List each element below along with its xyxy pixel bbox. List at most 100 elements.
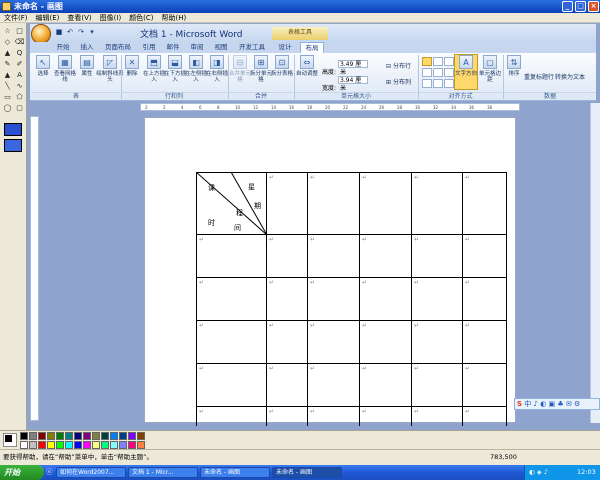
table-cell[interactable]: ↵ xyxy=(359,172,412,235)
palette-swatch[interactable] xyxy=(20,441,28,449)
redo-icon[interactable]: ↷ xyxy=(77,28,85,36)
menu-image[interactable]: 图像(I) xyxy=(96,13,126,23)
table-cell[interactable]: ↵ xyxy=(196,406,267,426)
text-direction-button[interactable]: A 文字方向 xyxy=(454,54,478,90)
width-input[interactable]: 3.94 厘米 xyxy=(337,76,368,92)
tool-option-transparent[interactable] xyxy=(4,139,22,152)
table-cell[interactable]: ↵ xyxy=(266,277,308,321)
start-button[interactable]: 开始 xyxy=(0,465,44,480)
table-cell[interactable]: ↵ xyxy=(307,363,360,407)
tab-home[interactable]: 开始 xyxy=(52,42,74,53)
table-cell[interactable]: ↵ xyxy=(196,277,267,321)
free-select-icon[interactable]: ☆ xyxy=(2,26,13,36)
properties-button[interactable]: ▤ 属性 xyxy=(76,55,98,77)
palette-swatch[interactable] xyxy=(92,441,100,449)
tab-references[interactable]: 引用 xyxy=(138,42,160,53)
pick-color-icon[interactable]: ▲ xyxy=(2,48,13,58)
palette-swatch[interactable] xyxy=(56,432,64,440)
align-top-center-button[interactable] xyxy=(433,57,443,66)
palette-swatch[interactable] xyxy=(65,441,73,449)
palette-swatch[interactable] xyxy=(83,441,91,449)
table-cell[interactable]: ↵ xyxy=(307,172,360,235)
palette-swatch[interactable] xyxy=(74,432,82,440)
split-table-button[interactable]: ⊡ 拆分表格 xyxy=(271,55,293,77)
menu-edit[interactable]: 编辑(E) xyxy=(32,13,64,23)
save-icon[interactable]: ■ xyxy=(55,28,63,36)
table-cell[interactable]: ↵ xyxy=(411,172,463,235)
palette-swatch[interactable] xyxy=(110,432,118,440)
ime-toolbar[interactable]: S 中 ♪ ◐ ▣ ♣ ✉ ⚙ xyxy=(514,398,600,410)
palette-swatch[interactable] xyxy=(38,432,46,440)
table-cell[interactable]: ↵ xyxy=(196,320,267,364)
qat-dropdown-icon[interactable]: ▾ xyxy=(88,28,96,36)
table-cell[interactable]: ↵ xyxy=(359,320,412,364)
palette-swatch[interactable] xyxy=(128,441,136,449)
align-middle-right-button[interactable] xyxy=(444,68,454,77)
horizontal-ruler[interactable]: 2 2 4 6 8 10 12 14 16 18 20 22 24 26 28 30 32 34 36 38 xyxy=(140,103,520,111)
vertical-ruler[interactable] xyxy=(30,116,39,421)
palette-swatch[interactable] xyxy=(110,441,118,449)
align-top-left-button[interactable] xyxy=(422,57,432,66)
minimize-button[interactable]: _ xyxy=(562,1,573,12)
split-cells-button[interactable]: ⊞ 拆分单元格 xyxy=(250,55,272,83)
ie-icon[interactable]: ⓔ xyxy=(46,468,53,476)
palette-swatch[interactable] xyxy=(74,441,82,449)
align-bottom-center-button[interactable] xyxy=(433,79,443,88)
curve-icon[interactable]: ∿ xyxy=(14,81,25,91)
text-icon[interactable]: A xyxy=(14,70,25,80)
distribute-cols-button[interactable]: ⊞ 分布列 xyxy=(386,77,411,86)
table-cell[interactable]: ↵ xyxy=(411,277,463,321)
palette-swatch[interactable] xyxy=(101,441,109,449)
table-cell[interactable]: ↵ xyxy=(266,363,308,407)
palette-swatch[interactable] xyxy=(65,432,73,440)
table-cell[interactable]: ↵ xyxy=(307,277,360,321)
palette-swatch[interactable] xyxy=(20,432,28,440)
table-cell[interactable]: ↵ xyxy=(196,234,267,278)
tab-insert[interactable]: 插入 xyxy=(76,42,98,53)
height-input[interactable]: 3.49 厘米 xyxy=(337,60,368,76)
palette-swatch[interactable] xyxy=(47,441,55,449)
paint-app-icon[interactable] xyxy=(2,2,11,11)
task-paint-1[interactable]: 未命名 - 画图 xyxy=(200,467,270,478)
align-middle-center-button[interactable] xyxy=(433,68,443,77)
line-icon[interactable]: ╲ xyxy=(2,81,13,91)
palette-swatch[interactable] xyxy=(56,441,64,449)
align-bottom-right-button[interactable] xyxy=(444,79,454,88)
table-cell[interactable]: ↵ xyxy=(462,320,507,364)
table-cell[interactable]: ↵ xyxy=(462,406,507,426)
table-cell[interactable]: ↵ xyxy=(307,320,360,364)
table-cell[interactable]: ↵ xyxy=(462,363,507,407)
align-bottom-left-button[interactable] xyxy=(422,79,432,88)
rect-select-icon[interactable]: □ xyxy=(14,26,25,36)
menu-colors[interactable]: 颜色(C) xyxy=(125,13,157,23)
tab-review[interactable]: 审阅 xyxy=(186,42,208,53)
merge-cells-button[interactable]: ⊟ 合并单元格 xyxy=(229,55,251,83)
tab-developer[interactable]: 开发工具 xyxy=(234,42,270,53)
insert-above-button[interactable]: ⬒ 在上方插入 xyxy=(143,55,165,83)
current-colors[interactable] xyxy=(3,433,17,447)
palette-swatch[interactable] xyxy=(29,441,37,449)
palette-swatch[interactable] xyxy=(38,441,46,449)
width-spinner[interactable]: 宽度: 3.94 厘米 xyxy=(322,76,368,92)
table-cell[interactable]: ↵ xyxy=(359,406,412,426)
table-cell[interactable]: ↵ xyxy=(196,363,267,407)
tray-icons[interactable]: ◐ ◈ ♪ xyxy=(529,465,548,480)
height-spinner[interactable]: 高度: 3.49 厘米 xyxy=(322,60,368,76)
convert-to-text-button[interactable]: 转换为文本 xyxy=(555,72,585,81)
pencil-icon[interactable]: ✎ xyxy=(2,59,13,69)
table-cell[interactable]: ↵ xyxy=(411,320,463,364)
view-gridlines-button[interactable]: ▦ 查看网格线 xyxy=(54,55,76,83)
draw-diagonal-header-button[interactable]: ◸ 绘制斜线表头 xyxy=(96,55,124,83)
rectangle-icon[interactable]: ▭ xyxy=(2,92,13,102)
table-cell[interactable]: ↵ xyxy=(266,406,308,426)
menu-view[interactable]: 查看(V) xyxy=(63,13,95,23)
eraser-icon[interactable]: ◇ xyxy=(2,37,13,47)
palette-swatch[interactable] xyxy=(137,432,145,440)
brush-icon[interactable]: ✐ xyxy=(14,59,25,69)
task-word[interactable]: 文档 1 - Micr... xyxy=(128,467,198,478)
palette-swatch[interactable] xyxy=(128,432,136,440)
insert-right-button[interactable]: ◨ 在右侧插入 xyxy=(206,55,228,83)
autofit-button[interactable]: ⇔ 自动调整 xyxy=(295,55,319,77)
table-cell[interactable]: ↵ xyxy=(462,277,507,321)
palette-swatch[interactable] xyxy=(101,432,109,440)
